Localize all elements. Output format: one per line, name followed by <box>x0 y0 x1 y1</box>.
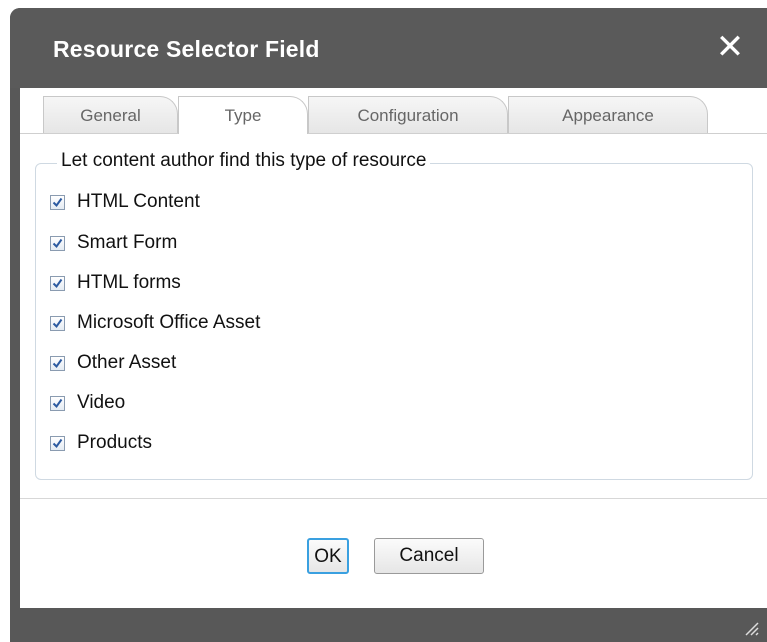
dialog-titlebar[interactable]: Resource Selector Field ✕ <box>10 8 767 88</box>
tab-general[interactable]: General <box>43 96 178 133</box>
option-html-content[interactable]: HTML Content <box>50 190 200 214</box>
option-label: HTML forms <box>77 272 181 293</box>
tab-strip-line <box>20 133 767 134</box>
resize-grip-icon[interactable] <box>741 618 759 636</box>
dialog-bottombar <box>10 608 767 642</box>
option-label: Products <box>77 432 152 453</box>
option-label: Microsoft Office Asset <box>77 312 261 333</box>
option-html-forms[interactable]: HTML forms <box>50 271 181 295</box>
check-icon <box>52 278 63 288</box>
option-microsoft-office-asset[interactable]: Microsoft Office Asset <box>50 311 260 335</box>
option-other-asset[interactable]: Other Asset <box>50 351 176 375</box>
dialog-title: Resource Selector Field <box>53 36 320 62</box>
checkbox-html-content[interactable] <box>50 194 65 210</box>
checkbox-other-asset[interactable] <box>50 355 65 371</box>
option-video[interactable]: Video <box>50 391 125 415</box>
check-icon <box>52 358 63 368</box>
ok-button[interactable]: OK <box>307 538 349 574</box>
checkbox-html-forms[interactable] <box>50 275 65 291</box>
resource-selector-dialog: Resource Selector Field ✕ General Type C… <box>10 8 767 642</box>
close-icon[interactable]: ✕ <box>713 30 747 64</box>
tab-configuration[interactable]: Configuration <box>308 96 508 133</box>
check-icon <box>52 398 63 408</box>
option-label: HTML Content <box>77 191 200 212</box>
tab-type[interactable]: Type <box>178 96 308 134</box>
checkbox-microsoft-office-asset[interactable] <box>50 315 65 331</box>
option-label: Video <box>77 392 126 413</box>
checkbox-smart-form[interactable] <box>50 235 65 251</box>
checkbox-products[interactable] <box>50 435 65 451</box>
option-label: Other Asset <box>77 352 177 373</box>
option-products[interactable]: Products <box>50 431 152 455</box>
cancel-button[interactable]: Cancel <box>374 538 484 574</box>
option-label: Smart Form <box>77 232 178 253</box>
check-icon <box>52 318 63 328</box>
checkbox-video[interactable] <box>50 395 65 411</box>
check-icon <box>52 438 63 448</box>
check-icon <box>52 197 63 207</box>
option-smart-form[interactable]: Smart Form <box>50 231 177 255</box>
tab-bar: General Type Configuration Appearance <box>20 88 767 134</box>
tab-appearance[interactable]: Appearance <box>508 96 708 133</box>
fieldset-legend: Let content author find this type of res… <box>57 150 431 172</box>
dialog-content: General Type Configuration Appearance Le… <box>20 88 767 608</box>
footer-divider <box>20 498 767 499</box>
check-icon <box>52 238 63 248</box>
